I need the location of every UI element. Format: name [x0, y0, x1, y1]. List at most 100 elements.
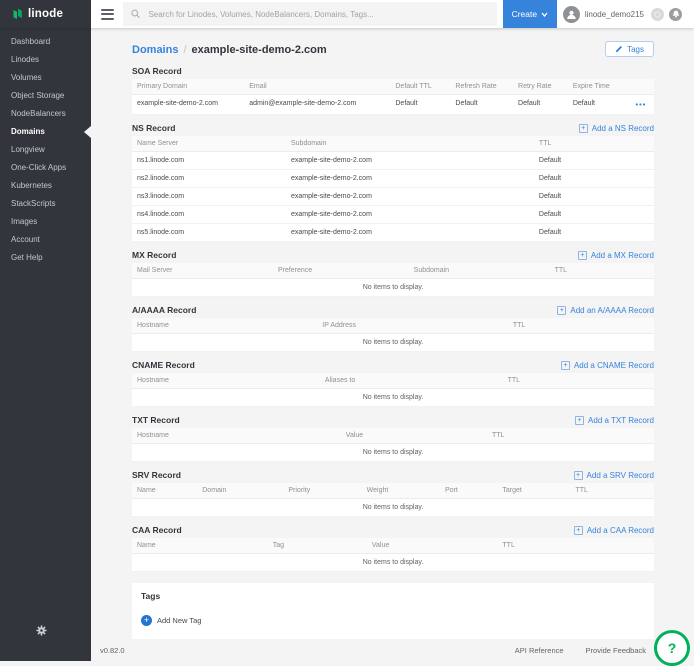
column-header-ttl: TTL	[534, 136, 654, 151]
empty-text: No items to display.	[132, 334, 654, 351]
table-header-row: NameDomainPriorityWeightPortTargetTTL	[132, 483, 654, 499]
add-record-label: Add a NS Record	[592, 124, 654, 133]
empty-text: No items to display.	[132, 554, 654, 571]
srv-record-section: SRV Record+Add a SRV RecordNameDomainPri…	[132, 470, 654, 517]
add-record-label: Add an A/AAAA Record	[570, 306, 654, 315]
ns-record-section: NS Record + Add a NS Record Name ServerSubd…	[132, 123, 654, 242]
caa-record-table: NameTagValueTTLNo items to display.	[132, 538, 654, 572]
sidebar-item-label: Kubernetes	[11, 181, 52, 190]
cname-record-section: CNAME Record+Add a CNAME RecordHostnameA…	[132, 360, 654, 407]
table-row: ns4.linode.comexample-site-demo-2.comDef…	[132, 206, 654, 224]
avatar[interactable]	[563, 6, 580, 23]
cname-record-title: CNAME Record	[132, 360, 195, 370]
empty-text: No items to display.	[132, 444, 654, 461]
plus-box-icon: +	[579, 124, 588, 133]
caa-record-section: CAA Record +Add a CAA Record NameTagValueT…	[132, 525, 654, 572]
add-cname-record-button[interactable]: +Add a CNAME Record	[561, 361, 654, 370]
table-cell: ns2.linode.com	[132, 170, 286, 187]
table-cell: example-site-demo-2.com	[286, 152, 534, 169]
sidebar-item-get-help[interactable]: Get Help	[0, 249, 91, 267]
sidebar-item-object-storage[interactable]: Object Storage	[0, 87, 91, 105]
column-header-aliases-to: Aliases to	[320, 373, 503, 388]
sidebar-item-label: Images	[11, 217, 37, 226]
breadcrumb-domains-link[interactable]: Domains	[132, 44, 178, 56]
sidebar-item-label: Get Help	[11, 253, 43, 262]
ns-record-table: Name ServerSubdomainTTLns1.linode.comexa…	[132, 136, 654, 242]
plus-circle-icon: +	[141, 615, 152, 626]
sidebar-item-volumes[interactable]: Volumes	[0, 69, 91, 87]
table-cell: Default	[534, 188, 654, 205]
username[interactable]: linode_demo215	[585, 10, 644, 19]
edit-tags-button[interactable]: Tags	[605, 41, 654, 57]
api-reference-link[interactable]: API Reference	[515, 646, 564, 655]
plus-box-icon: +	[574, 471, 583, 480]
add-record-label: Add a CNAME Record	[574, 361, 654, 370]
linode-logo[interactable]: linode	[0, 0, 91, 28]
sidebar-item-nodebalancers[interactable]: NodeBalancers	[0, 105, 91, 123]
table-header-row: Primary DomainEmailDefault TTLRefresh Ra…	[132, 79, 654, 95]
provide-feedback-link[interactable]: Provide Feedback	[586, 646, 646, 655]
column-header-domain: Domain	[197, 483, 283, 498]
sidebar-item-account[interactable]: Account	[0, 231, 91, 249]
ns-record-title: NS Record	[132, 123, 175, 133]
add-txt-record-button[interactable]: +Add a TXT Record	[575, 416, 654, 425]
table-cell: example-site-demo-2.com	[286, 224, 534, 241]
txt-record-title: TXT Record	[132, 415, 180, 425]
column-header-ip-address: IP Address	[317, 318, 508, 333]
column-header-mail-server: Mail Server	[132, 263, 273, 278]
a-aaaa-record-table: HostnameIP AddressTTLNo items to display…	[132, 318, 654, 352]
mx-record-table: Mail ServerPreferenceSubdomainTTLNo item…	[132, 263, 654, 297]
table-cell: Default	[534, 206, 654, 223]
add-a-aaaa-record-button[interactable]: +Add an A/AAAA Record	[557, 306, 654, 315]
add-ns-record-button[interactable]: + Add a NS Record	[579, 124, 654, 133]
notifications-button[interactable]	[669, 8, 682, 21]
soa-record-section: SOA RecordPrimary DomainEmailDefault TTL…	[132, 66, 654, 115]
sidebar-item-dashboard[interactable]: Dashboard	[0, 33, 91, 51]
menu-icon[interactable]	[101, 6, 114, 22]
column-header-ttl: TTL	[487, 428, 654, 443]
table-cell: Default	[390, 95, 450, 114]
add-caa-record-button[interactable]: +Add a CAA Record	[574, 526, 654, 535]
sidebar-item-stackscripts[interactable]: StackScripts	[0, 195, 91, 213]
table-cell: example-site-demo-2.com	[286, 206, 534, 223]
status-badge[interactable]	[651, 8, 664, 21]
empty-row: No items to display.	[132, 554, 654, 572]
plus-box-icon: +	[574, 526, 583, 535]
sidebar-item-longview[interactable]: Longview	[0, 141, 91, 159]
sidebar-item-linodes[interactable]: Linodes	[0, 51, 91, 69]
column-header-hostname: Hostname	[132, 318, 317, 333]
table-row: ns5.linode.comexample-site-demo-2.comDef…	[132, 224, 654, 242]
create-button[interactable]: Create	[503, 0, 557, 28]
caa-record-title: CAA Record	[132, 525, 182, 535]
add-mx-record-button[interactable]: +Add a MX Record	[578, 251, 654, 260]
top-bar: linode Create linode_demo215	[0, 0, 694, 28]
column-header-value: Value	[367, 538, 498, 553]
add-srv-record-button[interactable]: +Add a SRV Record	[574, 471, 654, 480]
row-actions-button[interactable]: •••	[630, 95, 654, 114]
column-header-target: Target	[497, 483, 570, 498]
table-cell: Default	[450, 95, 513, 114]
column-header-name-server: Name Server	[132, 136, 286, 151]
chevron-down-icon	[541, 12, 548, 17]
table-row: ns2.linode.comexample-site-demo-2.comDef…	[132, 170, 654, 188]
page-title: example-site-demo-2.com	[192, 44, 327, 56]
add-new-tag-button[interactable]: + Add New Tag	[141, 615, 645, 626]
empty-row: No items to display.	[132, 389, 654, 407]
table-cell: ns5.linode.com	[132, 224, 286, 241]
sidebar-item-domains[interactable]: Domains	[0, 123, 91, 141]
sidebar-item-one-click-apps[interactable]: One-Click Apps	[0, 159, 91, 177]
sidebar-item-images[interactable]: Images	[0, 213, 91, 231]
sidebar-item-label: StackScripts	[11, 199, 55, 208]
table-row: ns3.linode.comexample-site-demo-2.comDef…	[132, 188, 654, 206]
column-header-port: Port	[440, 483, 497, 498]
column-header-value: Value	[341, 428, 487, 443]
table-header-row: Name ServerSubdomainTTL	[132, 136, 654, 152]
column-header-name: Name	[132, 483, 197, 498]
sidebar-item-kubernetes[interactable]: Kubernetes	[0, 177, 91, 195]
add-record-label: Add a TXT Record	[588, 416, 654, 425]
txt-record-section: TXT Record+Add a TXT RecordHostnameValue…	[132, 415, 654, 462]
sidebar-item-label: Domains	[11, 127, 45, 136]
search-input[interactable]	[146, 9, 496, 20]
search-box[interactable]	[123, 2, 497, 26]
settings-button[interactable]	[36, 623, 47, 641]
